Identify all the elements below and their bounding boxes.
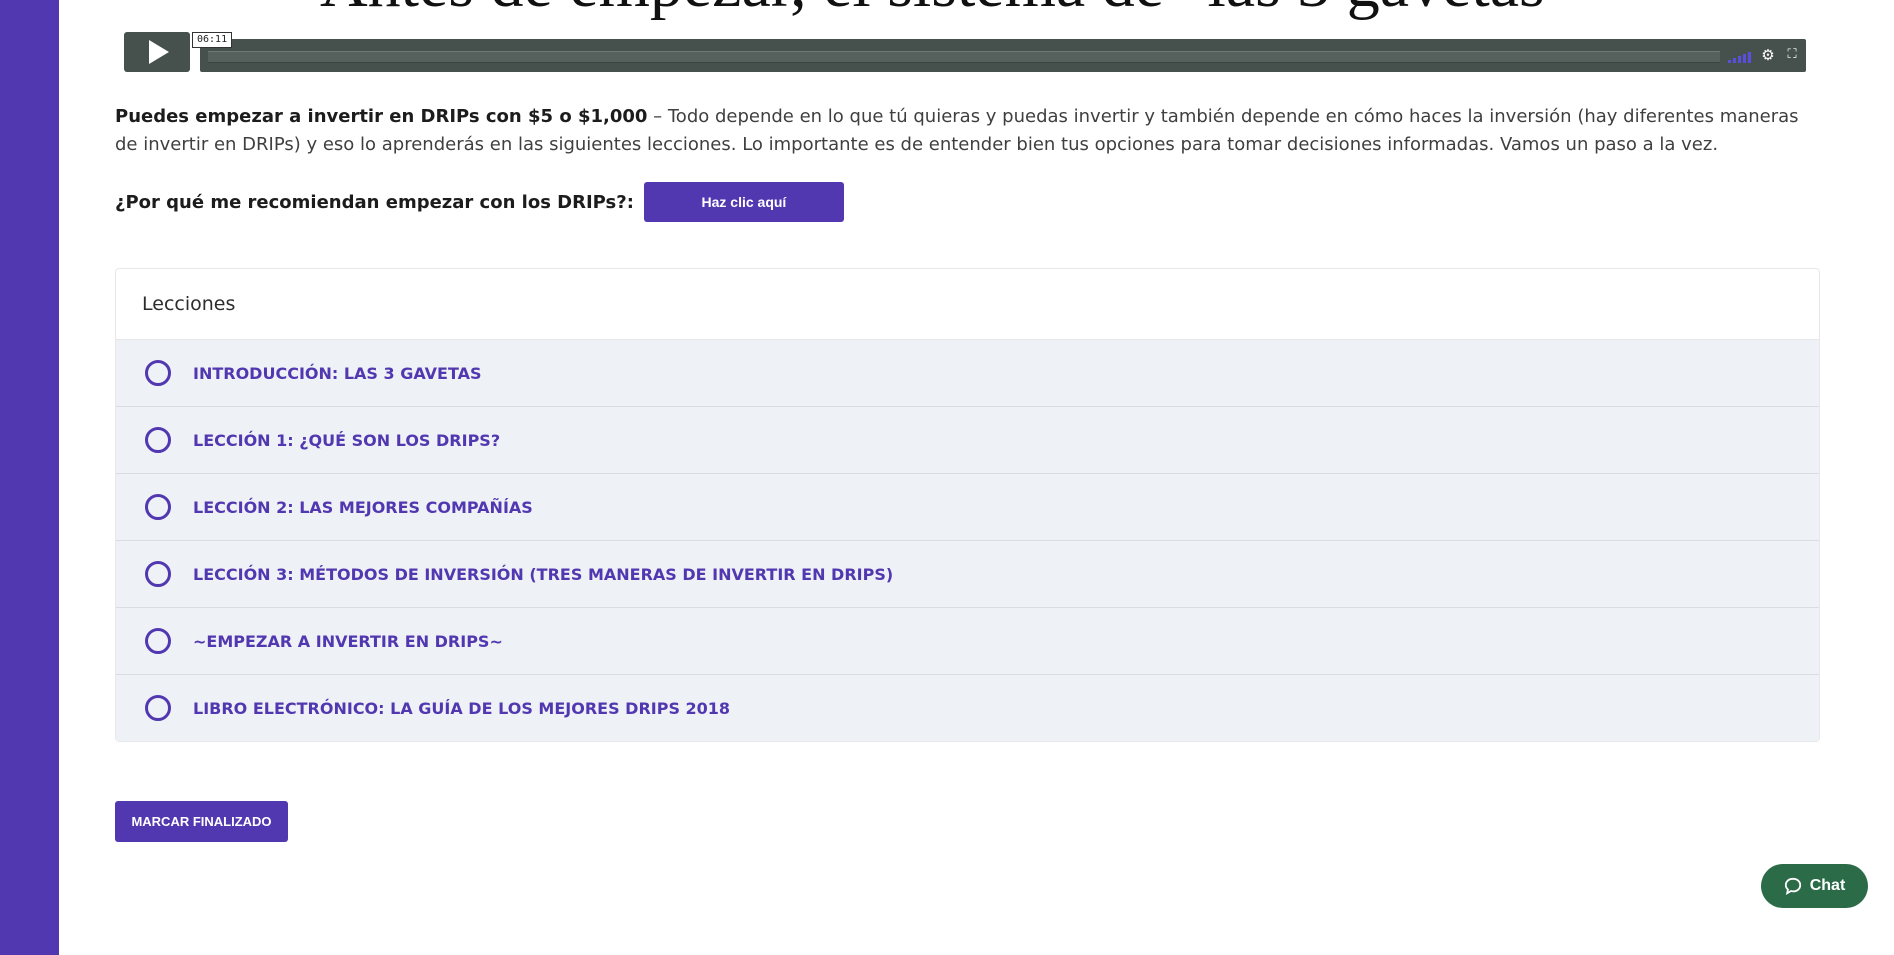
intro-lead: Puedes empezar a invertir en DRIPs con $… bbox=[115, 106, 648, 127]
why-question: ¿Por qué me recomiendan empezar con los … bbox=[115, 191, 634, 213]
lesson-item[interactable]: LECCIÓN 1: ¿QUÉ SON LOS DRIPS? bbox=[116, 407, 1819, 474]
incomplete-circle-icon bbox=[145, 561, 171, 587]
chat-bubble-icon bbox=[1784, 877, 1801, 895]
lesson-item[interactable]: INTRODUCCIÓN: LAS 3 GAVETAS bbox=[116, 340, 1819, 407]
lessons-panel: Lecciones INTRODUCCIÓN: LAS 3 GAVETAS LE… bbox=[115, 268, 1820, 742]
intro-paragraph: Puedes empezar a invertir en DRIPs con $… bbox=[115, 103, 1805, 159]
mark-complete-button[interactable]: MARCAR FINALIZADO bbox=[115, 801, 288, 842]
lesson-item[interactable]: LECCIÓN 3: MÉTODOS DE INVERSIÓN (TRES MA… bbox=[116, 541, 1819, 608]
lesson-item[interactable]: ~EMPEZAR A INVERTIR EN DRIPS~ bbox=[116, 608, 1819, 675]
lesson-label: LIBRO ELECTRÓNICO: LA GUÍA DE LOS MEJORE… bbox=[193, 698, 731, 718]
why-row: ¿Por qué me recomiendan empezar con los … bbox=[115, 182, 844, 222]
volume-icon[interactable] bbox=[1728, 49, 1754, 63]
incomplete-circle-icon bbox=[145, 628, 171, 654]
lesson-label: LECCIÓN 3: MÉTODOS DE INVERSIÓN (TRES MA… bbox=[193, 564, 894, 584]
lessons-title: Lecciones bbox=[116, 269, 1819, 340]
video-controls-bar: ⚙ ⛶ bbox=[200, 39, 1806, 72]
click-here-button[interactable]: Haz clic aquí bbox=[643, 182, 844, 222]
lesson-label: ~EMPEZAR A INVERTIR EN DRIPS~ bbox=[193, 631, 503, 651]
lesson-item[interactable]: LIBRO ELECTRÓNICO: LA GUÍA DE LOS MEJORE… bbox=[116, 675, 1819, 741]
play-button[interactable] bbox=[124, 32, 190, 72]
chat-button[interactable]: Chat bbox=[1761, 864, 1868, 908]
chat-label: Chat bbox=[1809, 877, 1846, 894]
left-accent-band bbox=[0, 0, 59, 955]
page-title: Antes de empezar, el sistema de "las 3 g… bbox=[320, 0, 1572, 18]
lesson-item[interactable]: LECCIÓN 2: LAS MEJORES COMPAÑÍAS bbox=[116, 474, 1819, 541]
play-icon bbox=[149, 40, 169, 64]
incomplete-circle-icon bbox=[145, 695, 171, 721]
incomplete-circle-icon bbox=[145, 494, 171, 520]
video-time: 06:11 bbox=[192, 32, 233, 48]
lesson-label: INTRODUCCIÓN: LAS 3 GAVETAS bbox=[193, 363, 482, 383]
settings-gear-icon[interactable]: ⚙ bbox=[1760, 47, 1776, 63]
lesson-label: LECCIÓN 1: ¿QUÉ SON LOS DRIPS? bbox=[193, 430, 501, 450]
fullscreen-icon[interactable]: ⛶ bbox=[1784, 47, 1800, 63]
incomplete-circle-icon bbox=[145, 427, 171, 453]
incomplete-circle-icon bbox=[145, 360, 171, 386]
progress-track[interactable] bbox=[208, 51, 1720, 63]
video-player: ⚙ ⛶ 06:11 bbox=[124, 32, 1806, 72]
lesson-label: LECCIÓN 2: LAS MEJORES COMPAÑÍAS bbox=[193, 497, 533, 517]
